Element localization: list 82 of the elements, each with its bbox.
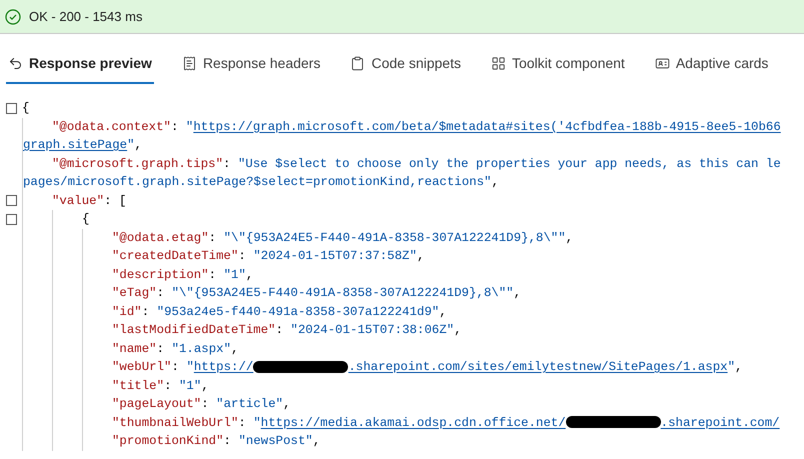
string-value: " xyxy=(186,360,194,374)
tab[interactable]: Toolkit component xyxy=(488,44,627,84)
status-text: OK - 200 - 1543 ms xyxy=(29,8,142,26)
string-value: "953a24e5-f440-491a-8358-307a122241d9" xyxy=(156,304,440,318)
json-key: "@microsoft.graph.tips" xyxy=(52,156,224,170)
colon: : xyxy=(156,286,164,300)
json-key: "value" xyxy=(52,194,104,208)
json-key: "title" xyxy=(112,378,164,392)
string-value: "1.aspx" xyxy=(172,342,232,356)
colon: : xyxy=(238,249,246,263)
colon: : xyxy=(223,156,230,170)
colon: : xyxy=(164,378,172,392)
colon: : xyxy=(170,120,178,134)
punctuation: , xyxy=(231,342,238,356)
punctuation: , xyxy=(491,175,499,189)
string-value: "1" xyxy=(224,268,246,282)
string-value: "1" xyxy=(179,378,202,392)
string-value: "article" xyxy=(216,397,284,411)
json-key: "webUrl" xyxy=(112,360,172,374)
json-key: "name" xyxy=(112,342,157,356)
string-value: " xyxy=(728,360,736,374)
tab-icon xyxy=(654,56,670,70)
punctuation: , xyxy=(246,268,254,282)
colon: : xyxy=(276,323,284,337)
punctuation: , xyxy=(201,378,209,392)
json-key: "thumbnailWebUrl" xyxy=(112,416,238,430)
colon: : xyxy=(104,194,112,208)
string-value: "\"{953A24E5-F440-491A-8358-307A122241D9},8\"" xyxy=(172,286,514,300)
string-value: "Use $select to choose only the properties your app needs, as this can le xyxy=(238,156,781,170)
bracket: { xyxy=(22,101,30,115)
url-link[interactable]: https:// .sharepoint.com/sites/emilytestnew/SitePages/1.aspx xyxy=(194,360,728,374)
punctuation: , xyxy=(312,434,320,448)
tab-icon xyxy=(350,56,366,70)
punctuation: , xyxy=(416,249,424,263)
colon: : xyxy=(208,230,216,244)
tab[interactable]: Code snippets xyxy=(348,44,463,84)
string-value: "2024-01-15T07:37:58Z" xyxy=(253,249,417,263)
json-key: "createdDateTime" xyxy=(112,249,238,263)
json-key: "@odata.context" xyxy=(52,120,171,134)
fold-toggle[interactable] xyxy=(6,195,16,206)
string-value: " xyxy=(253,416,261,430)
punctuation: , xyxy=(283,397,291,411)
url-link[interactable]: https://graph.microsoft.com/beta/$metadata#sites('4cfbdfea-188b-4915-8ee5-10b66 xyxy=(193,120,781,134)
string-value: " xyxy=(127,138,135,152)
string-value: "newsPost" xyxy=(238,434,313,448)
colon: : xyxy=(201,397,209,411)
json-key: "lastModifiedDateTime" xyxy=(112,323,276,337)
bracket: { xyxy=(82,212,90,226)
punctuation: , xyxy=(514,286,522,300)
tab[interactable]: Response headers xyxy=(180,44,322,84)
colon: : xyxy=(172,360,179,374)
colon: : xyxy=(238,416,246,430)
json-key: "promotionKind" xyxy=(112,434,224,448)
colon: : xyxy=(142,304,150,318)
tab-icon xyxy=(182,56,197,70)
colon: : xyxy=(208,268,216,282)
json-key: "eTag" xyxy=(112,286,157,300)
bracket: [ xyxy=(119,194,126,208)
json-key: "description" xyxy=(112,268,209,282)
tab[interactable]: Response preview xyxy=(6,44,154,84)
check-circle-icon xyxy=(5,8,21,24)
string-value: "\"{953A24E5-F440-491A-8358-307A122241D9},8\"" xyxy=(224,230,566,244)
url-link[interactable]: https://media.akamai.odsp.cdn.office.net/ .sharepoint.com/ xyxy=(260,416,780,430)
tab-icon xyxy=(8,56,23,70)
colon: : xyxy=(224,434,231,448)
json-key: "id" xyxy=(112,304,142,318)
punctuation: , xyxy=(134,138,142,152)
string-value: " xyxy=(186,120,194,134)
url-link[interactable]: graph.sitePage xyxy=(23,138,128,152)
tab-icon xyxy=(490,56,506,70)
string-value: "2024-01-15T07:38:06Z" xyxy=(290,323,454,337)
punctuation: , xyxy=(454,323,462,337)
colon: : xyxy=(156,342,164,356)
fold-toggle[interactable] xyxy=(6,102,16,114)
string-value: pages/microsoft.graph.sitePage?$select=promotionKind,reactions" xyxy=(23,175,492,189)
punctuation: , xyxy=(566,230,574,244)
fold-toggle[interactable] xyxy=(6,214,16,225)
punctuation: , xyxy=(439,304,447,318)
json-key: "@odata.etag" xyxy=(112,230,209,244)
punctuation: , xyxy=(735,360,742,374)
json-key: "pageLayout" xyxy=(112,397,202,411)
tab[interactable]: Adaptive cards xyxy=(652,44,770,84)
